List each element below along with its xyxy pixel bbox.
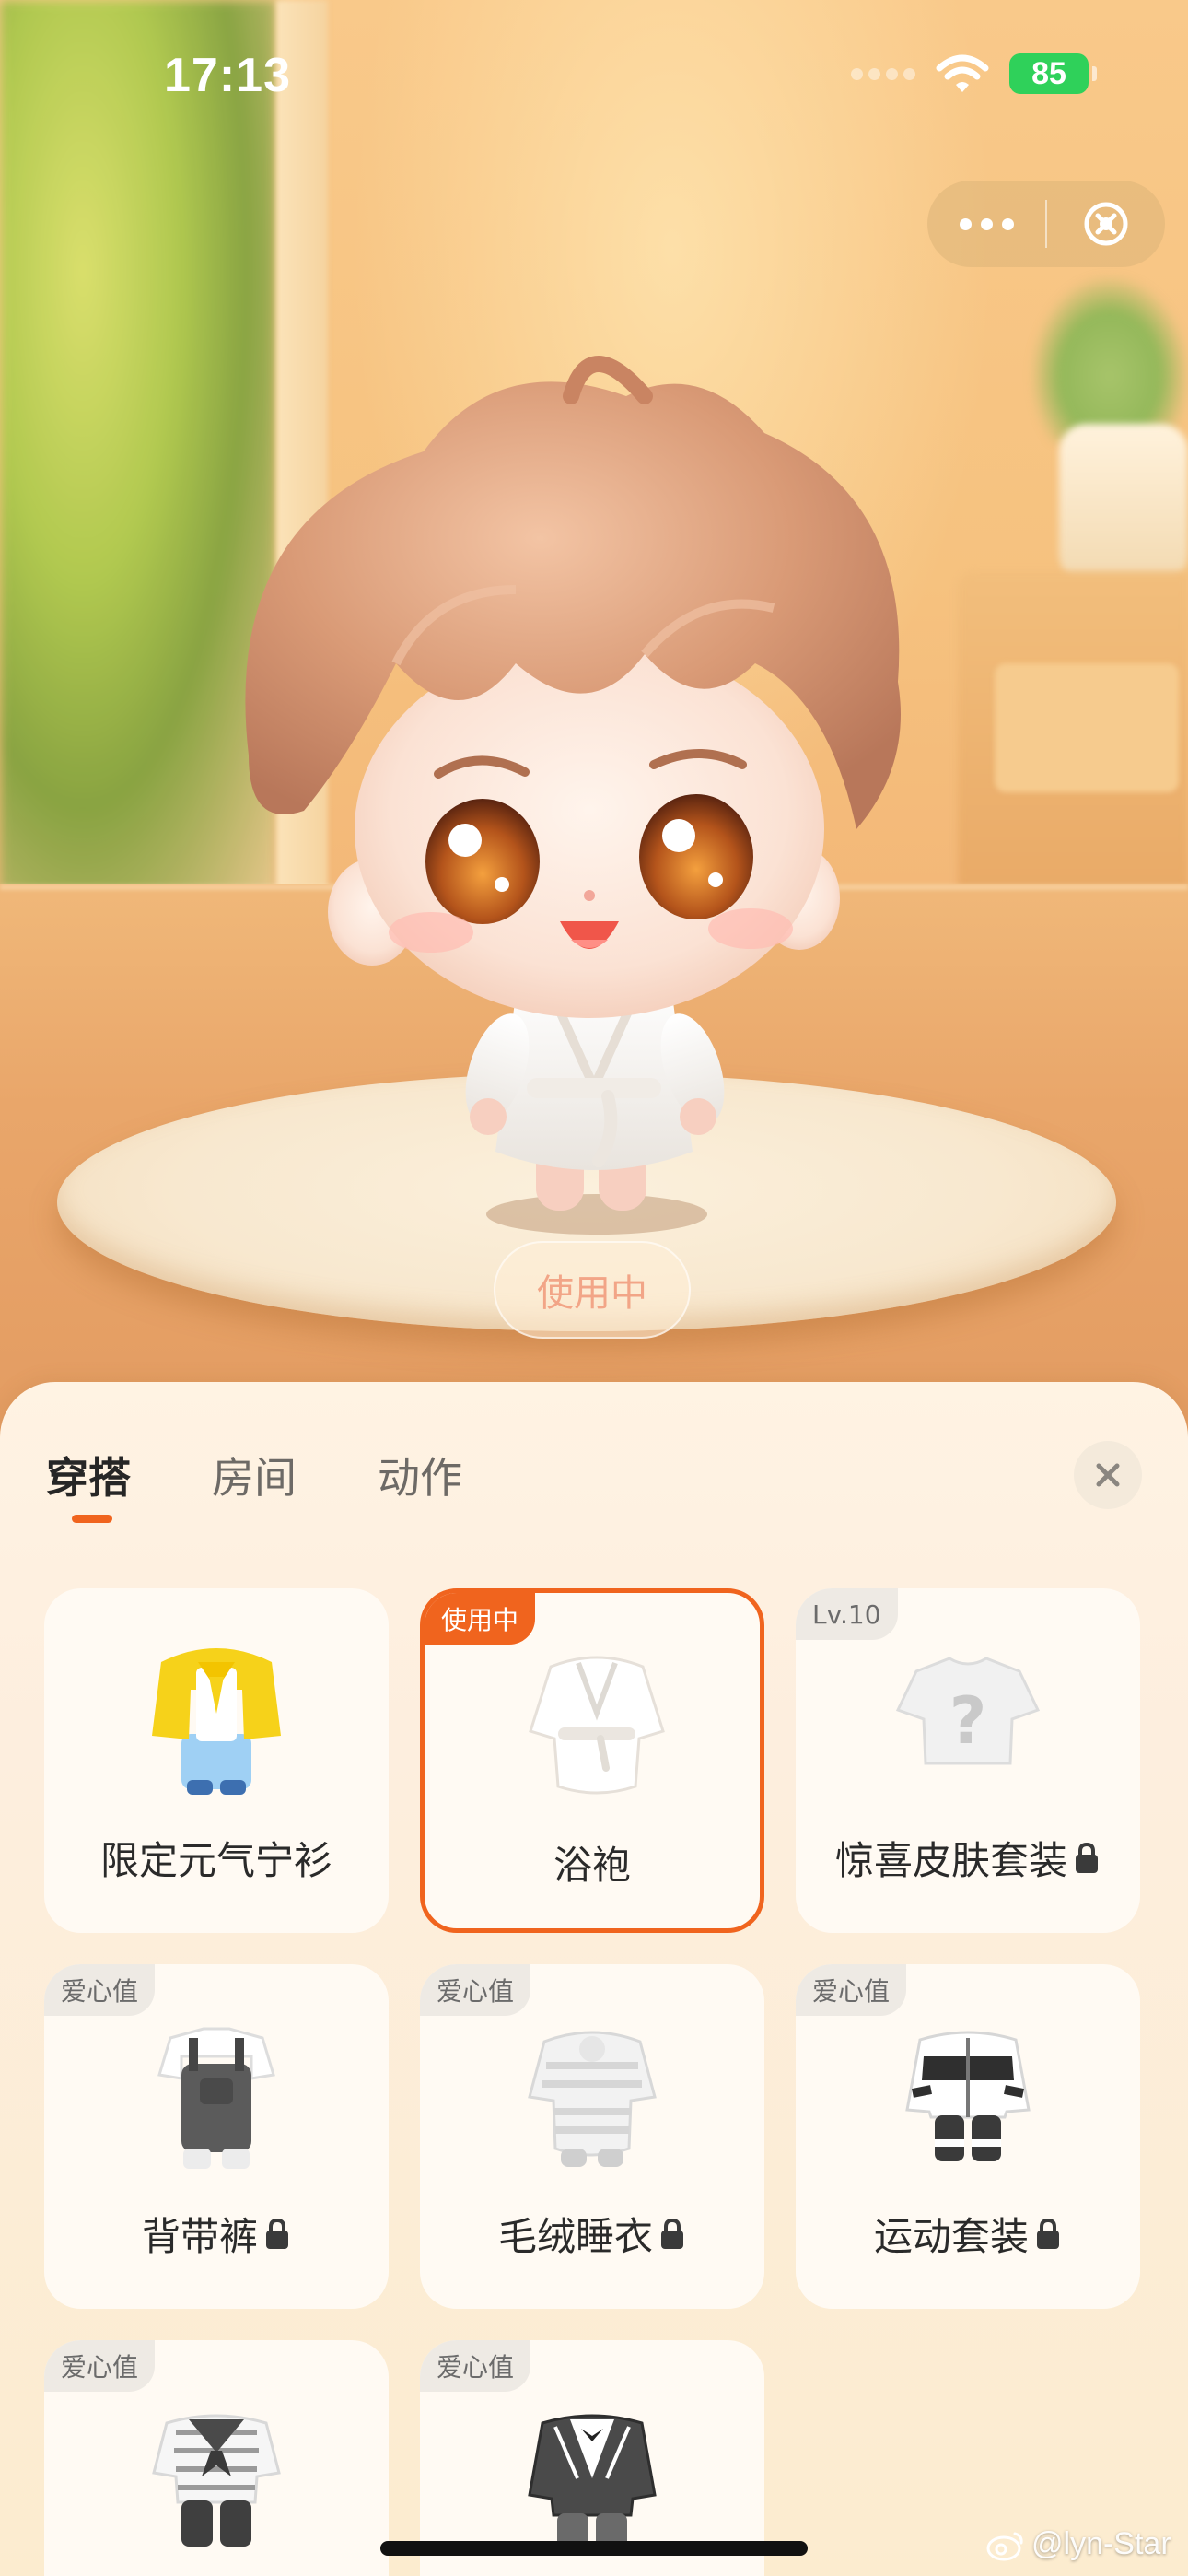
close-circle-icon	[1084, 202, 1128, 246]
battery-icon: 85	[1009, 53, 1097, 94]
tab-action[interactable]: 动作	[378, 1445, 462, 1505]
tab-outfit[interactable]: 穿搭	[46, 1445, 131, 1523]
yellow-jacket-outfit-icon	[152, 1648, 281, 1795]
status-indicators: 85	[851, 53, 1097, 94]
outfit-name-text: 毛绒睡衣	[497, 2214, 653, 2259]
outfit-card[interactable]: 爱心值	[44, 2340, 389, 2576]
lock-icon	[266, 2218, 288, 2249]
outfit-name-text: 限定元气宁衫	[99, 1838, 332, 1883]
lock-icon	[661, 2218, 683, 2249]
outfit-name-text: 惊喜皮肤套装	[834, 1838, 1067, 1883]
svg-text:?: ?	[949, 1683, 987, 1759]
school-suit-icon	[528, 2414, 657, 2550]
mini-program-capsule	[927, 181, 1165, 267]
outfit-card[interactable]: 限定元气宁衫	[44, 1588, 389, 1933]
category-tabs: 穿搭 房间 动作	[46, 1445, 462, 1523]
tab-room[interactable]: 房间	[212, 1445, 297, 1505]
wifi-icon	[936, 54, 989, 92]
sailor-suit-icon	[152, 2414, 281, 2547]
outfit-name: 浴袍	[425, 1834, 760, 1891]
overalls-icon	[157, 2027, 275, 2169]
more-options-button[interactable]	[927, 181, 1045, 267]
battery-level: 85	[1031, 55, 1066, 91]
status-time: 17:13	[164, 49, 291, 102]
lock-icon	[1076, 1842, 1098, 1873]
outfit-name-text: 运动套装	[873, 2214, 1029, 2259]
weibo-logo-icon	[986, 2532, 1023, 2560]
outfit-card[interactable]: 爱心值 运动套装	[796, 1964, 1140, 2309]
tab-action-label: 动作	[378, 1453, 462, 1503]
outfit-name: 背带裤	[44, 2206, 389, 2262]
outfit-name: 运动套装	[796, 2206, 1140, 2262]
outfit-name: 惊喜皮肤套装	[796, 1830, 1140, 1886]
outfit-card[interactable]: 爱心值 毛绒睡衣	[420, 1964, 764, 2309]
cellular-signal-icon	[851, 67, 915, 80]
outfit-card-selected[interactable]: 使用中 浴袍	[420, 1588, 764, 1933]
lock-icon	[1037, 2218, 1059, 2249]
outfit-panel: 穿搭 房间 动作 限定元气宁衫 使用中 浴袍 Lv.10 ? 惊喜皮肤套装 爱心…	[0, 1382, 1188, 2576]
outfit-name-text: 浴袍	[553, 1843, 631, 1888]
outfit-name: 限定元气宁衫	[44, 1830, 389, 1886]
weibo-watermark: @lyn-Star	[985, 2526, 1171, 2562]
active-tab-indicator	[72, 1515, 112, 1523]
home-indicator[interactable]	[380, 2541, 808, 2556]
outfit-card[interactable]: Lv.10 ? 惊喜皮肤套装	[796, 1588, 1140, 1933]
tab-outfit-label: 穿搭	[46, 1453, 131, 1503]
tab-room-label: 房间	[212, 1453, 297, 1503]
close-panel-button[interactable]	[1074, 1441, 1142, 1509]
plush-pajamas-icon	[528, 2031, 657, 2167]
outfit-card[interactable]: 爱心值 背带裤	[44, 1964, 389, 2309]
watermark-text: @lyn-Star	[1031, 2526, 1171, 2561]
outfit-name: 毛绒睡衣	[420, 2206, 764, 2262]
white-bathrobe-icon	[529, 1656, 665, 1795]
outfit-name-text: 背带裤	[141, 2214, 258, 2259]
in-use-indicator: 使用中	[494, 1241, 691, 1339]
tracksuit-icon	[905, 2031, 1031, 2161]
close-icon	[1096, 1463, 1120, 1487]
outfit-grid: 限定元气宁衫 使用中 浴袍 Lv.10 ? 惊喜皮肤套装 爱心值 背带裤 爱心值…	[44, 1588, 1140, 2576]
exit-miniprogram-button[interactable]	[1047, 181, 1165, 267]
mystery-shirt-icon: ?	[895, 1657, 1041, 1765]
